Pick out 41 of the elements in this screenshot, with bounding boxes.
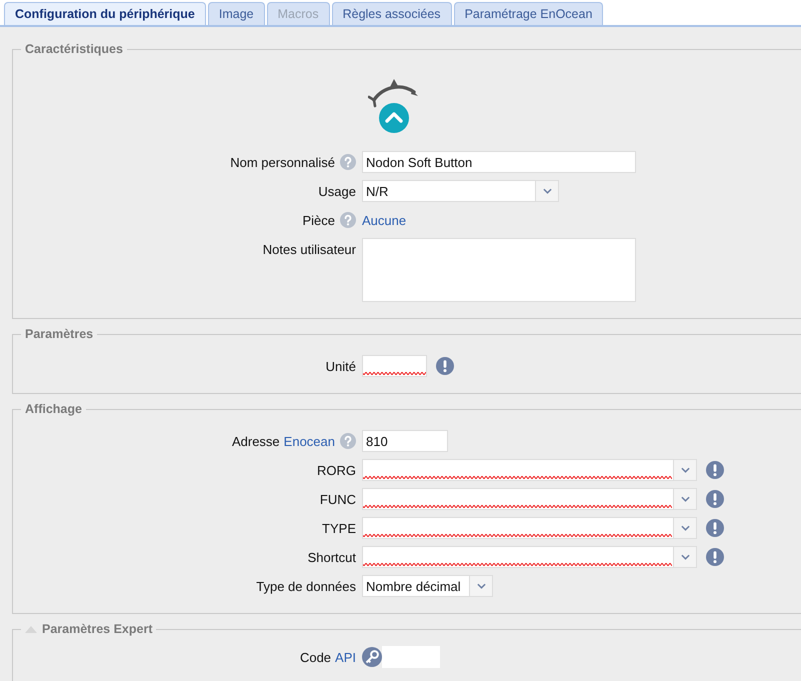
key-icon[interactable]	[362, 647, 382, 667]
dropdown[interactable]: N/R	[362, 180, 559, 202]
tab[interactable]: Configuration du périphérique	[4, 2, 206, 25]
section-title: Caractéristiques	[25, 42, 123, 56]
field-label: Type de données	[256, 578, 356, 594]
section-title: Paramètres	[25, 327, 94, 341]
caret-icon	[680, 496, 690, 502]
link[interactable]: Aucune	[362, 212, 406, 228]
combo-box[interactable]	[362, 459, 697, 481]
field-label: Pièce	[302, 212, 335, 228]
input-field[interactable]: Nodon Soft Button	[362, 151, 636, 173]
field-label: FUNC	[320, 492, 356, 506]
field-label: Usage	[318, 184, 356, 198]
field-label: RORG	[317, 462, 356, 478]
caret-icon	[542, 188, 552, 194]
combo-box[interactable]	[362, 488, 697, 510]
field-label: TYPE	[322, 520, 356, 536]
link[interactable]: Enocean	[284, 434, 335, 448]
section-title: Paramètres Expert	[42, 622, 152, 636]
field-label: Nom personnalisé	[230, 154, 335, 170]
caret-icon	[680, 554, 690, 560]
tab[interactable]: Image	[208, 2, 265, 25]
link[interactable]: API	[335, 650, 356, 664]
input-field[interactable]: 810	[362, 430, 448, 452]
combo-box[interactable]	[362, 546, 697, 568]
field-label: Shortcut	[308, 550, 356, 564]
caret-icon	[476, 583, 486, 589]
caret-icon	[680, 467, 690, 473]
field-label: Code	[300, 650, 332, 664]
notes-field[interactable]	[362, 238, 636, 302]
combo-box[interactable]	[362, 517, 697, 539]
tab[interactable]: Paramétrage EnOcean	[454, 2, 604, 25]
field-label: Unité	[326, 358, 356, 374]
section-title: Affichage	[25, 402, 82, 416]
input-field[interactable]	[362, 355, 427, 377]
tab[interactable]: Règles associées	[332, 2, 452, 25]
field-label: Notes utilisateur	[262, 242, 356, 257]
dropdown[interactable]: Nombre décimal	[362, 575, 493, 597]
caret-icon	[680, 525, 690, 531]
field-label: Adresse	[232, 434, 280, 448]
input-field[interactable]	[382, 646, 440, 668]
